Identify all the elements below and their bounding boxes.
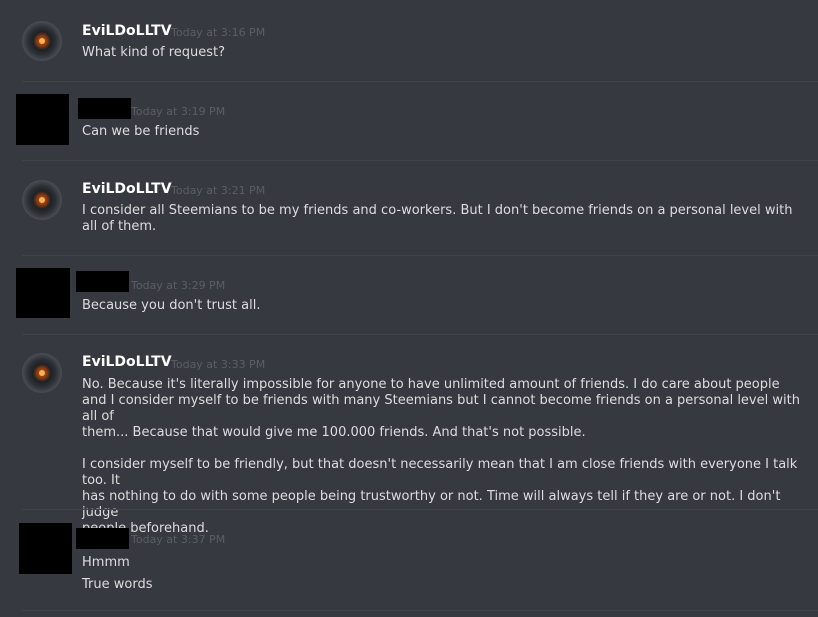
message-line: True words bbox=[82, 577, 153, 592]
message-line: No. Because it's literally impossible fo… bbox=[82, 377, 780, 392]
message-author[interactable]: EviLDoLLTV bbox=[82, 23, 172, 39]
message-line: has nothing to do with some people being… bbox=[82, 489, 781, 520]
message-divider bbox=[22, 255, 818, 256]
message-timestamp: Today at 3:16 PM bbox=[171, 26, 266, 39]
message-divider bbox=[22, 160, 818, 161]
message-divider bbox=[22, 509, 818, 510]
message-author[interactable]: EviLDoLLTV bbox=[82, 181, 172, 197]
message-timestamp: Today at 3:37 PM bbox=[131, 533, 226, 546]
message-line: Hmmm bbox=[82, 555, 130, 570]
message-line: What kind of request? bbox=[82, 45, 226, 60]
message-line: Because you don't trust all. bbox=[82, 298, 261, 313]
message-content: I consider all Steemians to be my friend… bbox=[82, 203, 800, 235]
redacted-avatar bbox=[19, 523, 72, 574]
message-line: all of them. bbox=[82, 219, 157, 234]
redacted-avatar bbox=[16, 268, 70, 318]
message-content: No. Because it's literally impossible fo… bbox=[82, 377, 800, 537]
avatar[interactable] bbox=[22, 180, 62, 220]
message-line: and I consider myself to be friends with… bbox=[82, 393, 800, 424]
message-line: I consider myself to be friendly, but th… bbox=[82, 457, 798, 488]
message-content: What kind of request? bbox=[82, 45, 800, 61]
avatar[interactable] bbox=[22, 353, 62, 393]
message-timestamp: Today at 3:33 PM bbox=[171, 358, 266, 371]
redacted-avatar bbox=[16, 94, 69, 145]
message-content: Because you don't trust all. bbox=[82, 298, 800, 314]
message-timestamp: Today at 3:19 PM bbox=[131, 105, 226, 118]
message-line: I consider all Steemians to be my friend… bbox=[82, 203, 793, 218]
message-timestamp: Today at 3:29 PM bbox=[131, 279, 226, 292]
avatar[interactable] bbox=[22, 21, 62, 61]
message-content: Hmmm True words bbox=[82, 552, 800, 596]
message-divider bbox=[22, 334, 818, 335]
redacted-username bbox=[76, 271, 129, 292]
redacted-username bbox=[78, 98, 131, 119]
redacted-username bbox=[76, 528, 129, 549]
message-timestamp: Today at 3:21 PM bbox=[171, 184, 266, 197]
message-author[interactable]: EviLDoLLTV bbox=[82, 354, 172, 370]
message-content: Can we be friends bbox=[82, 124, 800, 140]
message-line: Can we be friends bbox=[82, 124, 200, 139]
message-divider bbox=[22, 81, 818, 82]
message-line: them... Because that would give me 100.0… bbox=[82, 425, 586, 440]
message-divider bbox=[22, 610, 818, 611]
